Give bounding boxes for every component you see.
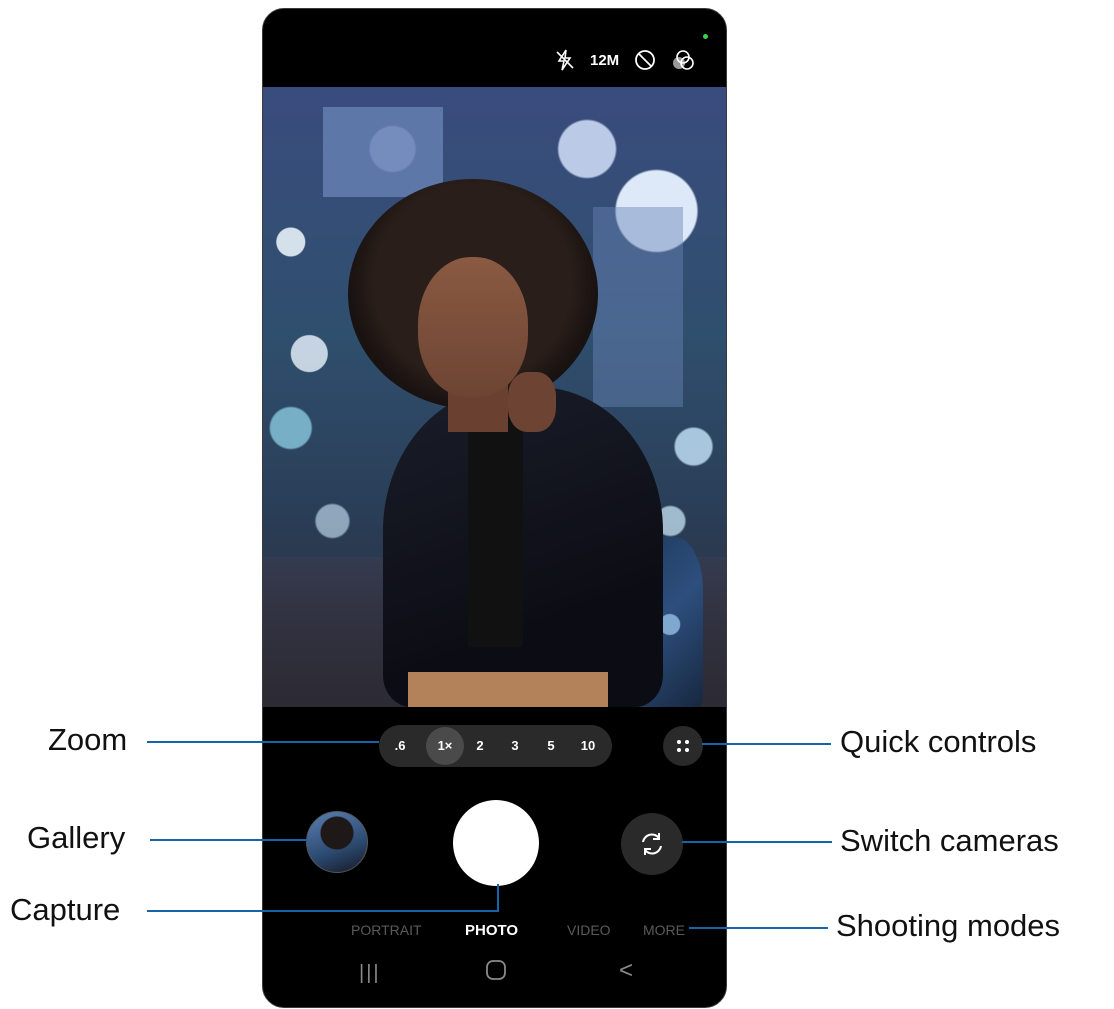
callout-line-capture [147,910,499,912]
callout-line-capture-vertical [497,884,499,912]
phone-frame: 12M .6 1× 2 3 5 10 PORTRAIT PHOTO VIDEO … [262,8,727,1008]
zoom-selector[interactable]: .6 1× 2 3 5 10 [379,725,612,767]
zoom-option-5[interactable]: 5 [534,725,568,767]
callout-gallery: Gallery [27,820,126,855]
callout-line-gallery [150,839,308,841]
jacket [383,387,663,707]
resolution-button[interactable]: 12M [590,52,619,69]
switch-cameras-button[interactable] [621,813,683,875]
callout-line-zoom [147,741,379,743]
shirt [468,417,523,647]
back-button[interactable]: < [619,957,633,985]
callout-switch-cameras: Switch cameras [840,823,1059,858]
recent-apps-button[interactable]: ||| [359,962,381,985]
flash-off-icon[interactable] [556,49,574,75]
callout-quick-controls: Quick controls [840,724,1037,759]
gallery-thumbnail[interactable] [306,811,368,873]
home-icon[interactable] [485,959,507,986]
hand [508,372,556,432]
background-building [593,207,683,407]
zoom-option-1x[interactable]: 1× [426,727,464,765]
callout-capture: Capture [10,892,121,927]
capture-button[interactable] [453,800,539,886]
camera-viewfinder[interactable] [263,87,726,707]
camera-top-bar: 12M [263,9,726,87]
mode-more[interactable]: MORE [643,922,685,938]
mode-video[interactable]: VIDEO [567,922,611,938]
filters-icon[interactable] [671,49,695,75]
callout-line-quick-controls [702,743,831,745]
background-building [323,107,443,197]
zoom-option-0.6[interactable]: .6 [383,725,417,767]
zoom-option-2[interactable]: 2 [463,725,497,767]
quick-controls-button[interactable] [663,726,703,766]
switch-camera-icon [642,833,662,855]
callout-line-switch-cameras [682,841,832,843]
mode-portrait[interactable]: PORTRAIT [351,922,422,938]
callout-zoom: Zoom [48,722,128,757]
zoom-option-3[interactable]: 3 [498,725,532,767]
callout-shooting-modes: Shooting modes [836,908,1061,943]
mode-photo[interactable]: PHOTO [465,922,518,939]
pants [408,672,608,707]
zoom-option-10[interactable]: 10 [571,725,605,767]
timer-off-icon[interactable] [634,49,656,75]
callout-line-shooting-modes [689,927,828,929]
face [418,257,528,397]
